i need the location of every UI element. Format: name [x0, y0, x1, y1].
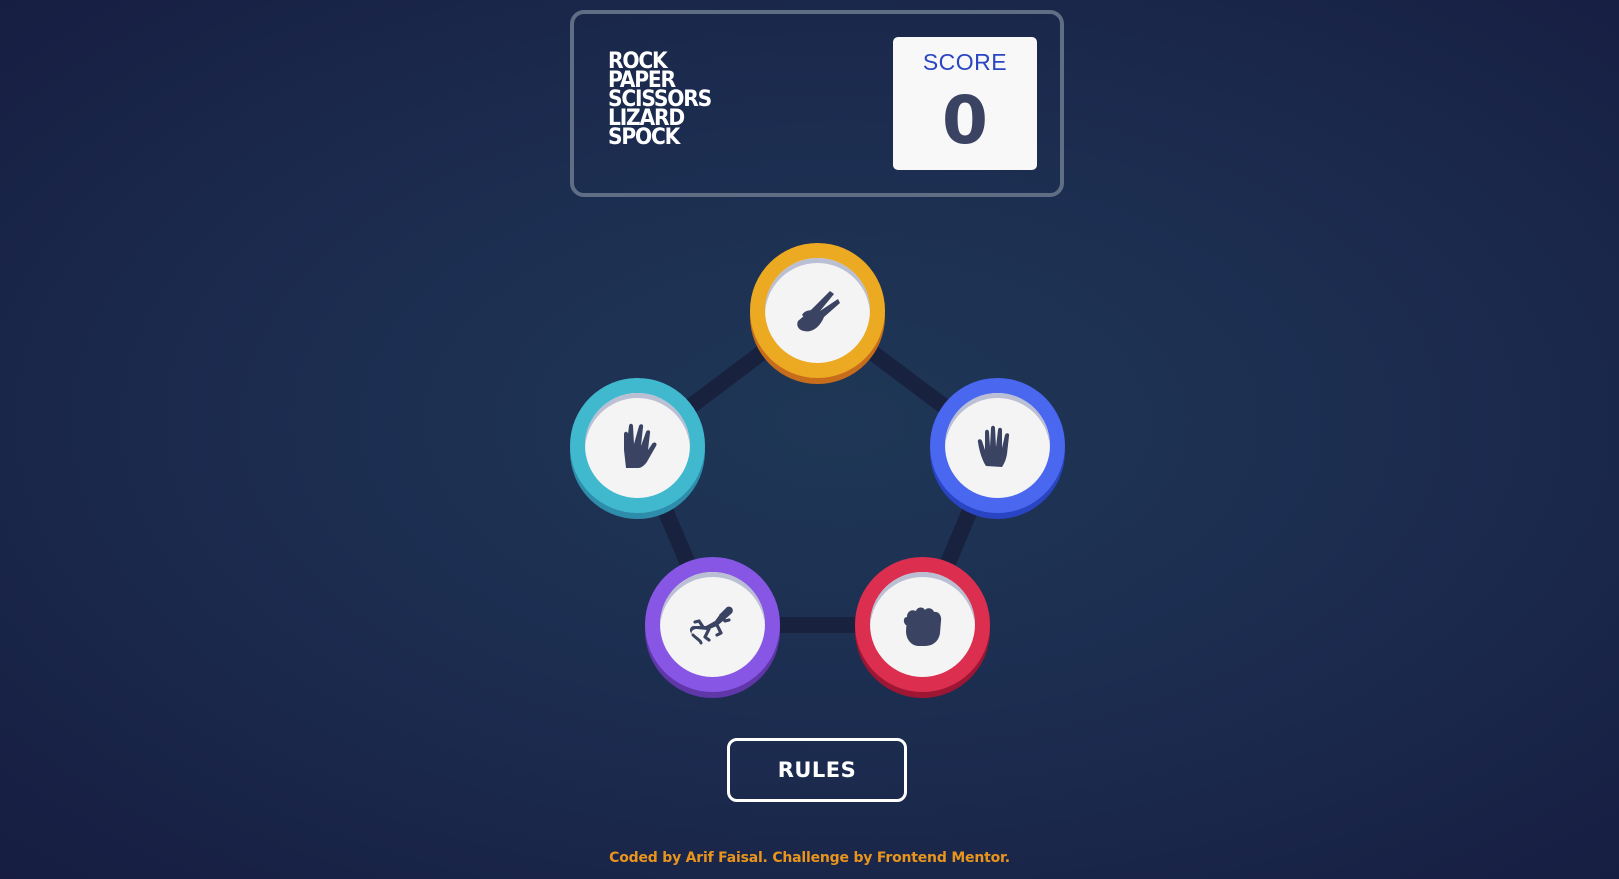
- scissors-inner: [765, 258, 870, 363]
- lizard-token[interactable]: [645, 557, 780, 697]
- paper-token[interactable]: [930, 378, 1065, 518]
- game-header: ROCK PAPER SCISSORS LIZARD SPOCK SCORE 0: [570, 10, 1064, 197]
- title-line-spock: SPOCK: [608, 125, 680, 150]
- lizard-inner: [660, 572, 765, 677]
- author-link[interactable]: Arif Faisal: [686, 850, 763, 866]
- spock-token[interactable]: [570, 378, 705, 518]
- spock-hand-icon: [623, 423, 657, 468]
- rock-fist-icon: [903, 606, 941, 646]
- rock-inner: [870, 572, 975, 677]
- attribution: Coded by Arif Faisal. Challenge by Front…: [0, 850, 1619, 866]
- game-title: ROCK PAPER SCISSORS LIZARD SPOCK: [608, 51, 712, 150]
- lizard-icon: [689, 606, 733, 644]
- frontend-mentor-link[interactable]: Frontend Mentor: [877, 850, 1005, 866]
- scissors-token[interactable]: [750, 243, 885, 383]
- attribution-prefix: Coded by: [609, 850, 686, 866]
- score-box: SCORE 0: [893, 37, 1037, 170]
- score-value: 0: [942, 82, 988, 159]
- paper-hand-icon: [977, 425, 1009, 467]
- rock-token[interactable]: [855, 557, 990, 697]
- rules-button[interactable]: RULES: [727, 738, 907, 802]
- attribution-suffix: .: [1004, 850, 1010, 866]
- attribution-middle: . Challenge by: [762, 850, 877, 866]
- paper-inner: [945, 393, 1050, 498]
- score-label: SCORE: [922, 49, 1008, 75]
- spock-inner: [585, 393, 690, 498]
- scissors-hand-icon: [796, 290, 840, 331]
